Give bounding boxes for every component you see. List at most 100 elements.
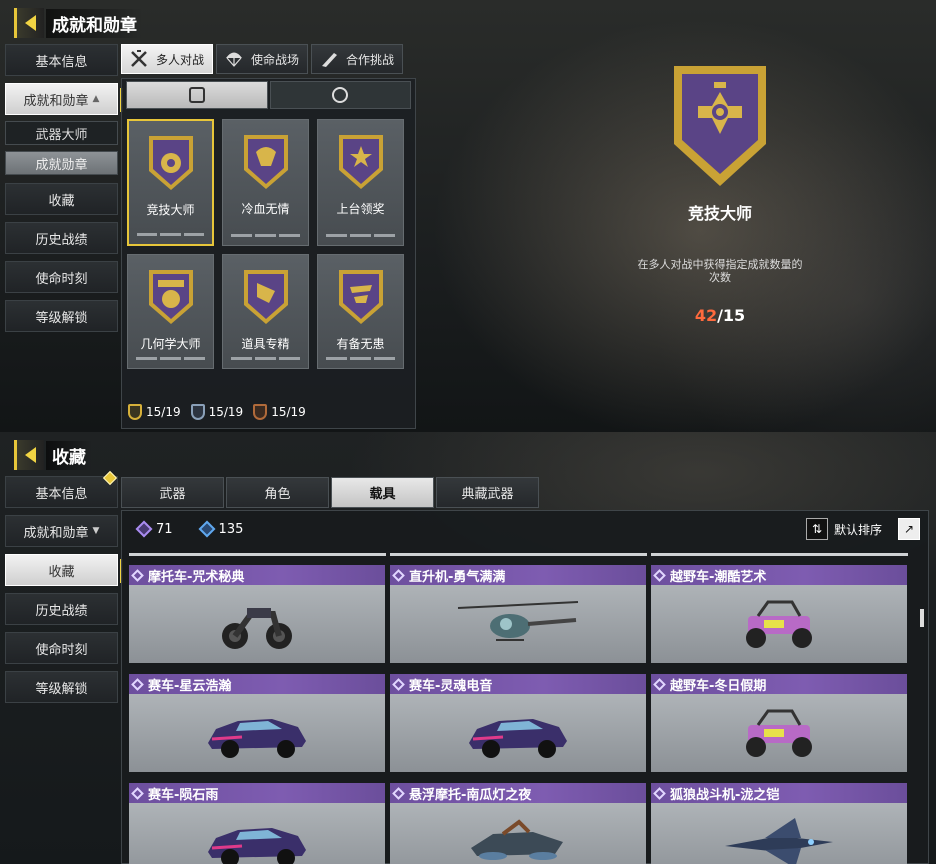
side-item-level-unlock[interactable]: 等级解锁 (5, 300, 118, 332)
side-item-label: 成就和勋章 (23, 525, 89, 541)
side-menu: 基本信息 成就和勋章 ▼ 收藏 历史战绩 使命时刻 等级解锁 (5, 470, 123, 710)
tab-characters[interactable]: 角色 (226, 477, 329, 508)
medal-detail: 竞技大师 在多人对战中获得指定成就数量的次数 42/15 (600, 60, 840, 325)
side-item-achievements[interactable]: 成就和勋章 ▲ (5, 83, 123, 115)
medal-card[interactable]: 有备无患 (317, 254, 404, 369)
sort-toggle-button[interactable]: ⇅ (805, 518, 828, 540)
vehicle-card[interactable]: 越野车-潮酷艺术 (651, 565, 907, 663)
side-item-label: 基本信息 (35, 54, 88, 70)
vehicle-card[interactable]: 越野车-冬日假期 (651, 674, 907, 772)
vehicle-card[interactable]: 摩托车-咒术秘典 (129, 565, 385, 663)
column-dividers (129, 553, 908, 556)
rarity-gem-icon (653, 677, 666, 691)
medal-card[interactable]: 上台领奖 (317, 119, 404, 246)
back-button[interactable] (14, 8, 44, 38)
buggy-icon (651, 585, 907, 663)
tab-coop[interactable]: 合作挑战 (311, 44, 404, 74)
sort-label[interactable]: 默认排序 (834, 521, 882, 538)
tab-multiplayer[interactable]: 多人对战 (121, 44, 214, 74)
vehicle-name-text: 赛车-灵魂电音 (409, 678, 493, 694)
side-item-collection[interactable]: 收藏 (5, 183, 118, 215)
rarity-gem-icon (131, 786, 144, 800)
detail-description: 在多人对战中获得指定成就数量的次数 (637, 258, 803, 285)
rifle-icon (318, 48, 340, 70)
bronze-count: 15/19 (253, 404, 306, 420)
silver-medal-icon (190, 404, 205, 420)
share-icon: ↗ (903, 522, 915, 536)
vehicle-card[interactable]: 狐狼战斗机-泷之铠 (651, 783, 907, 864)
side-menu: 基本信息 成就和勋章 ▲ 武器大师 成就勋章 收藏 历史战绩 使命时刻 等级解锁 (5, 44, 123, 339)
side-item-moments[interactable]: 使命时刻 (5, 632, 118, 664)
medal-progress-bars (231, 234, 300, 237)
vehicle-card[interactable]: 赛车-陨石雨 (129, 783, 385, 864)
side-item-collection[interactable]: 收藏 (5, 554, 123, 586)
sort-arrows-icon: ⇅ (811, 522, 823, 536)
detail-progress: 42/15 (600, 306, 840, 325)
medal-card[interactable]: 冷血无情 (222, 119, 309, 246)
medal-card[interactable]: 几何学大师 (127, 254, 214, 369)
vehicle-card[interactable]: 赛车-灵魂电音 (390, 674, 646, 772)
parachute-icon (223, 48, 245, 70)
vehicle-name-text: 狐狼战斗机-泷之铠 (670, 787, 780, 803)
side-item-label: 历史战绩 (35, 232, 88, 248)
scrollbar[interactable] (920, 609, 924, 627)
side-item-basic-info[interactable]: 基本信息 (5, 470, 118, 508)
side-item-history[interactable]: 历史战绩 (5, 222, 118, 254)
vehicle-name: 赛车-灵魂电音 (390, 674, 646, 694)
side-sub-medals[interactable]: 成就勋章 (5, 151, 118, 175)
gold-count: 15/19 (128, 404, 181, 420)
side-item-achievements[interactable]: 成就和勋章 ▼ (5, 515, 118, 547)
vehicle-name: 悬浮摩托-南瓜灯之夜 (390, 783, 646, 803)
vehicle-name: 狐狼战斗机-泷之铠 (651, 783, 907, 803)
subtab-emblems[interactable] (269, 81, 411, 109)
vehicle-card[interactable]: 赛车-星云浩瀚 (129, 674, 385, 772)
buggy-icon (651, 694, 907, 772)
page-title: 收藏 (46, 440, 92, 470)
side-item-basic-info[interactable]: 基本信息 (5, 44, 118, 76)
tab-vehicles[interactable]: 载具 (331, 477, 434, 508)
back-button[interactable] (14, 440, 44, 470)
rarity-gem-icon (392, 568, 405, 582)
side-item-label: 成就勋章 (35, 157, 88, 173)
side-item-label: 收藏 (48, 193, 75, 209)
race-car-icon (390, 694, 646, 772)
collection-panel: 收藏 基本信息 成就和勋章 ▼ 收藏 历史战绩 使命时刻 等级解锁 武器 角色 载… (0, 432, 936, 864)
medal-panel: 竞技大师 冷血无情 上台领奖 几何学大师 道具专精 有备无患 15/19 15/… (121, 78, 416, 429)
tab-battle-royale[interactable]: 使命战场 (216, 44, 309, 74)
dragon-icon (243, 135, 288, 189)
grenade-icon (148, 270, 193, 324)
side-item-label: 使命时刻 (35, 642, 88, 658)
back-arrow-icon (25, 15, 36, 31)
vehicle-card[interactable]: 悬浮摩托-南瓜灯之夜 (390, 783, 646, 864)
chevron-down-icon: ▼ (92, 526, 100, 536)
vehicle-card[interactable]: 直升机-勇气满满 (390, 565, 646, 663)
vehicle-grid: 摩托车-咒术秘典 直升机-勇气满满 越野车-潮酷艺术赛车-星云浩瀚 赛车-灵魂电音 越野… (122, 556, 928, 864)
silver-count: 15/19 (190, 404, 244, 420)
medal-card[interactable]: 道具专精 (222, 254, 309, 369)
medal-name: 有备无患 (336, 337, 385, 351)
fist-icon (243, 270, 288, 324)
collection-tabs: 武器 角色 载具 典藏武器 (121, 477, 539, 508)
side-item-moments[interactable]: 使命时刻 (5, 261, 118, 293)
side-item-history[interactable]: 历史战绩 (5, 593, 118, 625)
vehicle-name-text: 摩托车-咒术秘典 (148, 569, 245, 585)
side-item-level-unlock[interactable]: 等级解锁 (5, 671, 118, 703)
tab-weapons[interactable]: 武器 (121, 477, 224, 508)
share-button[interactable]: ↗ (898, 518, 920, 540)
count-value: 15/19 (208, 405, 244, 419)
medal-cross-icon (148, 136, 193, 190)
medal-progress-bars (326, 357, 395, 360)
count-value: 71 (156, 521, 173, 537)
hoverbike-icon (390, 803, 646, 864)
side-item-label: 使命时刻 (35, 271, 88, 287)
vehicle-name-text: 悬浮摩托-南瓜灯之夜 (409, 787, 532, 803)
subtab-medals[interactable] (126, 81, 268, 109)
side-item-label: 基本信息 (35, 486, 88, 502)
progress-current: 42 (694, 306, 718, 326)
medal-card[interactable]: 竞技大师 (127, 119, 214, 246)
vehicle-collection: 71 135 ⇅ 默认排序 ↗ 摩托车-咒术秘典 直升机-勇气满满 越野车-潮酷艺术… (121, 510, 929, 864)
side-sub-weapon-master[interactable]: 武器大师 (5, 121, 118, 145)
medal-progress-bars (136, 357, 205, 360)
tab-legendary-weapons[interactable]: 典藏武器 (436, 477, 539, 508)
medal-progress-bars (326, 234, 395, 237)
